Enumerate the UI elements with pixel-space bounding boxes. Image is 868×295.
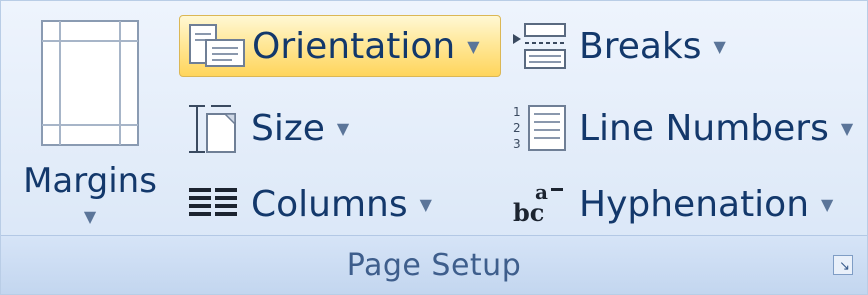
hyphenation-icon-dash <box>551 188 563 191</box>
size-button[interactable]: Size ▼ <box>185 97 349 159</box>
breaks-label: Breaks <box>579 25 702 67</box>
chevron-down-icon: ▼ <box>419 194 432 214</box>
hyphenation-label: Hyphenation <box>579 183 810 225</box>
dialog-launcher-glyph: ↘ <box>839 259 850 274</box>
dialog-launcher-icon[interactable]: ↘ <box>833 255 853 275</box>
line-numbers-label: Line Numbers <box>579 107 829 149</box>
breaks-icon <box>511 20 569 72</box>
svg-text:3: 3 <box>513 137 521 151</box>
orientation-icon <box>186 22 248 70</box>
hyphenation-button[interactable]: a bc Hyphenation ▼ <box>511 173 833 235</box>
margins-button[interactable]: Margins ▼ <box>15 19 165 239</box>
columns-button[interactable]: Columns ▼ <box>185 173 432 235</box>
columns-label: Columns <box>251 183 408 225</box>
chevron-down-icon: ▼ <box>336 118 350 138</box>
size-icon <box>185 100 241 156</box>
group-title: Page Setup <box>346 248 522 283</box>
chevron-down-icon: ▼ <box>840 118 854 138</box>
hyphenation-icon-bottom: bc <box>513 198 545 227</box>
margins-label: Margins <box>23 161 157 201</box>
chevron-down-icon: ▼ <box>467 36 480 56</box>
columns-icon <box>185 184 241 224</box>
orientation-label: Orientation <box>252 25 456 67</box>
size-label: Size <box>251 107 325 149</box>
page-setup-group: Margins ▼ Orientation ▼ Size ▼ Columns ▼… <box>0 0 868 295</box>
chevron-down-icon: ▼ <box>713 36 726 56</box>
margins-icon <box>41 20 139 146</box>
line-numbers-icon: 1 2 3 <box>511 102 569 154</box>
hyphenation-icon: a bc <box>511 178 569 230</box>
svg-text:2: 2 <box>513 121 521 135</box>
group-footer: Page Setup ↘ <box>1 235 867 294</box>
chevron-down-icon: ▼ <box>821 194 834 214</box>
orientation-button[interactable]: Orientation ▼ <box>179 15 501 77</box>
line-numbers-button[interactable]: 1 2 3 Line Numbers ▼ <box>511 97 853 159</box>
chevron-down-icon: ▼ <box>83 207 97 226</box>
breaks-button[interactable]: Breaks ▼ <box>511 15 726 77</box>
svg-text:1: 1 <box>513 105 521 119</box>
